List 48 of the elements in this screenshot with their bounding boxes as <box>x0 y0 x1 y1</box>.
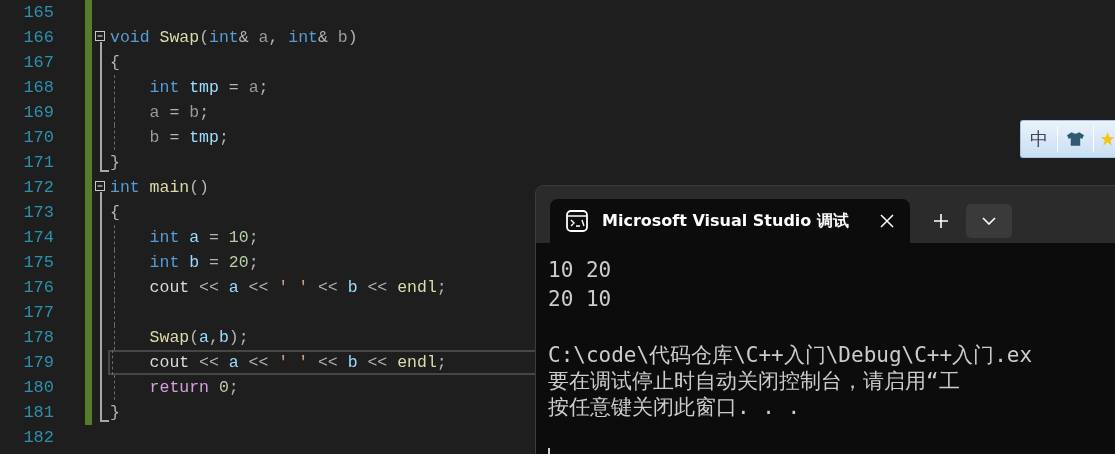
console-output-line: 20 10 <box>548 285 613 313</box>
code-line: int main() <box>110 178 210 197</box>
line-number: 173 <box>22 202 54 224</box>
code-line: void Swap(int& a, int& b) <box>110 28 358 47</box>
console-output-line: 要在调试停止时自动关闭控制台，请启用“工 <box>548 367 961 394</box>
line-number: 182 <box>22 427 54 449</box>
code-line: int tmp = a; <box>148 78 269 97</box>
line-number: 175 <box>22 252 54 274</box>
line-number: 180 <box>22 377 54 399</box>
code-line: return 0; <box>148 378 239 397</box>
line-number: 165 <box>22 2 54 24</box>
line-number: 179 <box>22 352 54 374</box>
code-line: cout << a << ' ' << b << endl; <box>148 278 447 297</box>
code-line: { <box>110 53 120 72</box>
line-number: 171 <box>22 152 54 174</box>
line-number: 166 <box>22 27 54 49</box>
line-number: 169 <box>22 102 54 124</box>
line-number: 174 <box>22 227 54 249</box>
line-number: 177 <box>22 302 54 324</box>
close-icon[interactable] <box>880 214 894 228</box>
line-number: 167 <box>22 52 54 74</box>
terminal-icon <box>566 210 588 232</box>
plus-icon <box>933 213 949 229</box>
code-line: b = tmp; <box>148 128 229 147</box>
console-output-line: C:\code\代码仓库\C++入门\Debug\C++入门.ex <box>548 341 1034 368</box>
line-number: 168 <box>22 77 54 99</box>
line-number: 181 <box>22 402 54 424</box>
code-line: int a = 10; <box>148 228 259 247</box>
star-icon[interactable] <box>1099 130 1115 148</box>
code-line: a = b; <box>148 103 210 122</box>
code-line: cout << a << ' ' << b << endl; <box>148 353 447 372</box>
line-number: 178 <box>22 327 54 349</box>
line-number: 176 <box>22 277 54 299</box>
line-number: 170 <box>22 127 54 149</box>
collapse-icon[interactable] <box>95 181 105 191</box>
code-line: { <box>110 203 120 222</box>
line-number: 172 <box>22 177 54 199</box>
console-tab[interactable]: Microsoft Visual Studio 调试 <box>550 199 910 243</box>
shirt-icon[interactable] <box>1065 131 1085 147</box>
console-output-line: 10 20 <box>548 257 613 284</box>
console-output-line: 按任意键关闭此窗口. . . <box>548 393 802 420</box>
code-line: } <box>110 153 120 172</box>
code-line: int b = 20; <box>148 253 259 272</box>
chevron-down-icon <box>982 217 996 225</box>
dropdown-button[interactable] <box>966 204 1012 238</box>
collapse-icon[interactable] <box>95 31 105 41</box>
code-line: Swap(a,b); <box>148 328 249 347</box>
code-line: } <box>110 403 120 422</box>
